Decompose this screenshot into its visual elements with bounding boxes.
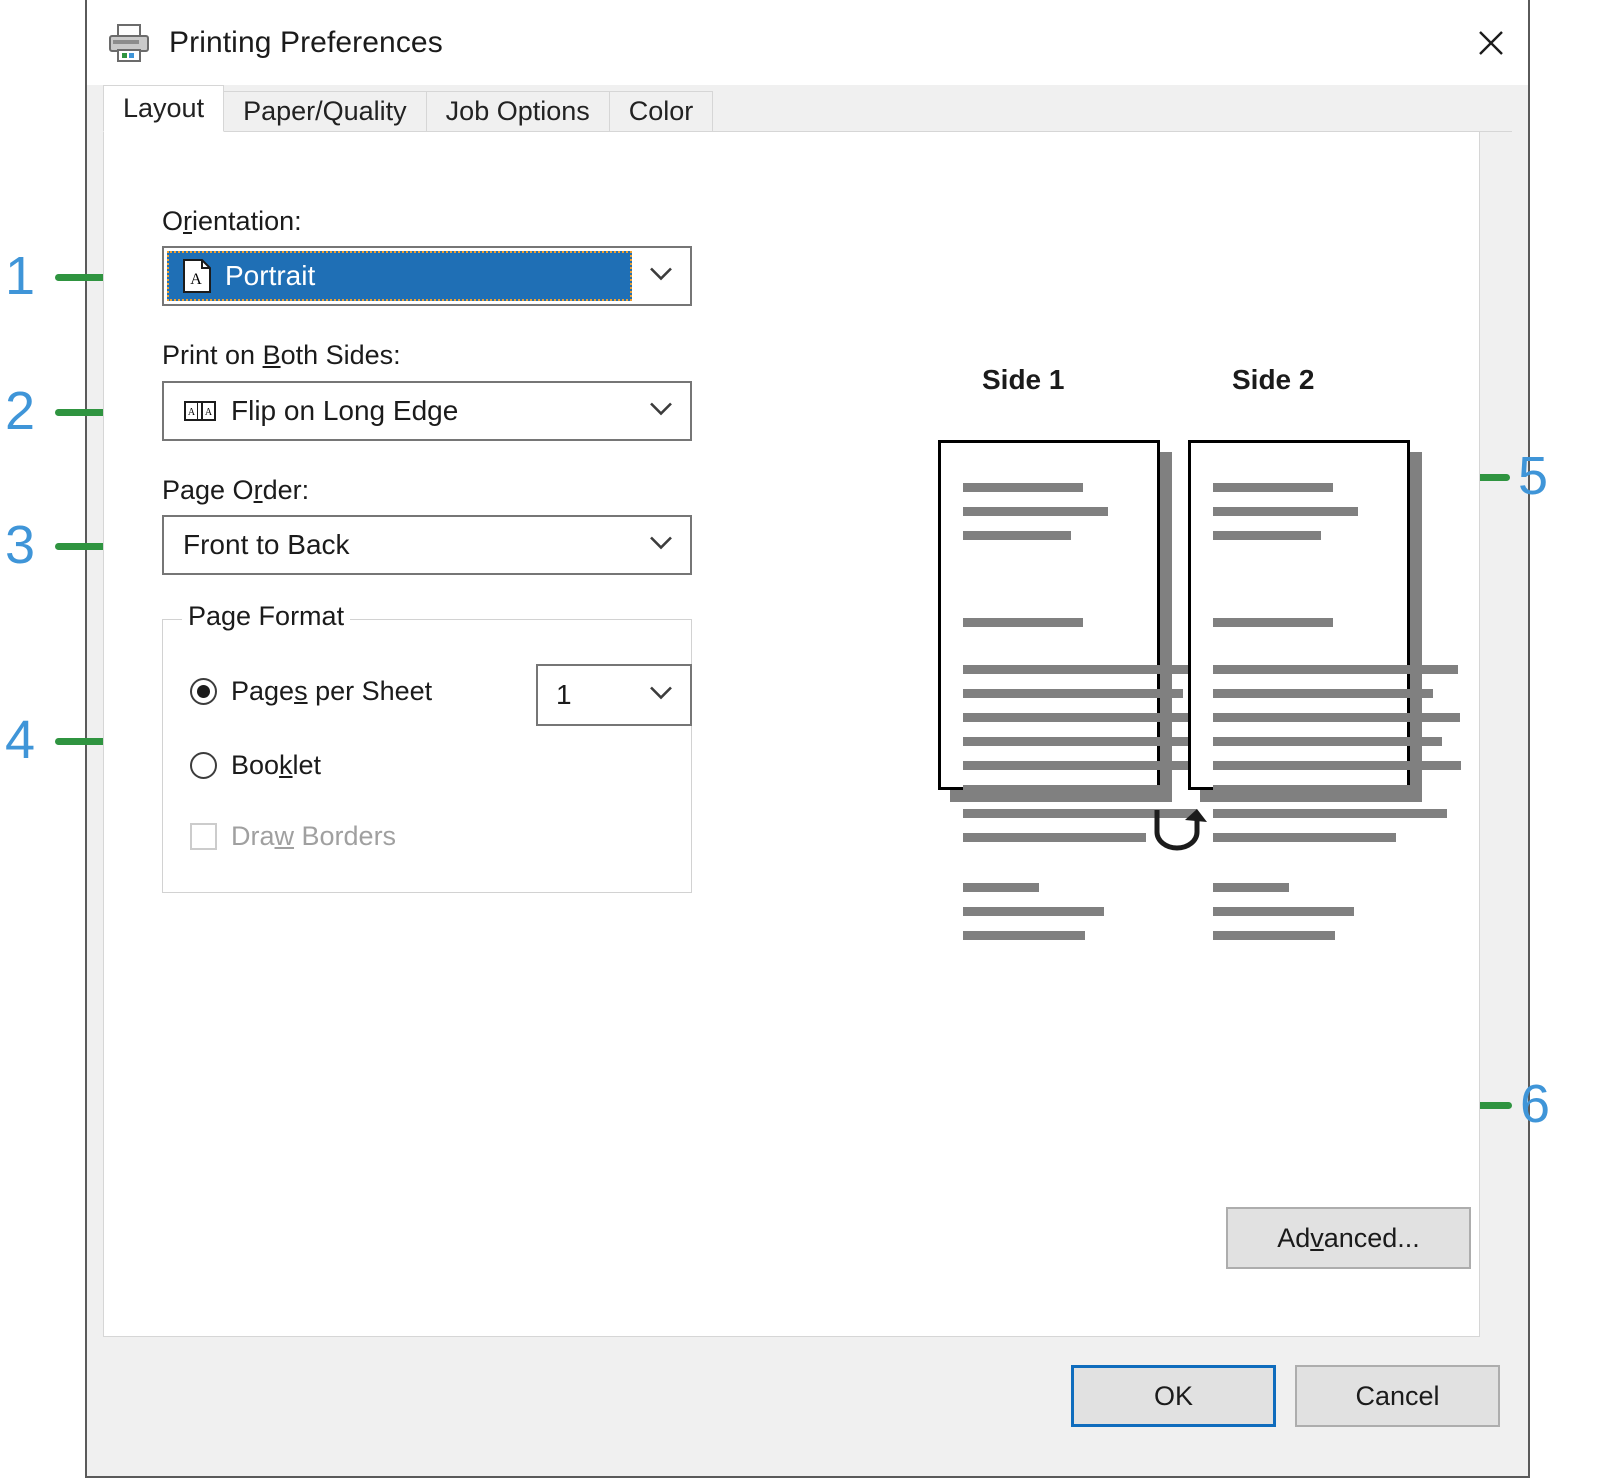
- ok-button-label: OK: [1154, 1381, 1193, 1412]
- preview-text-line: [1213, 931, 1335, 940]
- pages-per-sheet-value: 1: [556, 679, 572, 711]
- page-order-combobox[interactable]: Front to Back: [162, 515, 692, 575]
- tab-paper-quality-label: Paper/Quality: [243, 96, 407, 127]
- preview-text-line: [1213, 809, 1447, 818]
- close-icon[interactable]: [1454, 0, 1528, 85]
- cancel-button[interactable]: Cancel: [1295, 1365, 1500, 1427]
- preview-text-line: [963, 931, 1085, 940]
- tab-paper-quality[interactable]: Paper/Quality: [223, 91, 427, 132]
- radio-indicator-selected: [190, 678, 217, 705]
- preview-text-line: [963, 883, 1039, 892]
- title-bar: Printing Preferences: [87, 0, 1528, 85]
- print-on-both-sides-value: Flip on Long Edge: [231, 395, 458, 427]
- page-format-group: Page Format Pages per Sheet 1 Booklet Dr…: [162, 619, 692, 893]
- orientation-selected-item: A Portrait: [167, 251, 632, 301]
- chevron-down-icon: [648, 685, 674, 706]
- callout-number-3: 3: [5, 514, 35, 576]
- svg-text:A: A: [205, 407, 213, 418]
- chevron-down-icon: [648, 266, 674, 287]
- page-format-group-title: Page Format: [182, 601, 350, 632]
- tab-layout[interactable]: Layout: [103, 85, 224, 132]
- tab-job-options-label: Job Options: [446, 96, 590, 127]
- svg-text:A: A: [190, 271, 202, 288]
- print-on-both-sides-label: Print on Both Sides:: [162, 340, 401, 371]
- preview-text-line: [1213, 761, 1461, 770]
- preview-text-line: [1213, 665, 1458, 674]
- preview-text-line: [963, 713, 1210, 722]
- page-order-label: Page Order:: [162, 475, 309, 506]
- chevron-down-icon: [648, 401, 674, 422]
- preview-text-line: [963, 689, 1183, 698]
- side-1-page-thumbnail: [938, 440, 1160, 790]
- printer-icon: [106, 23, 152, 63]
- preview-text-line: [963, 483, 1083, 492]
- callout-number-1: 1: [5, 245, 35, 307]
- chevron-down-icon: [648, 535, 674, 556]
- preview-text-line: [1213, 713, 1460, 722]
- preview-text-line: [1213, 883, 1289, 892]
- checkbox-indicator-unchecked: [190, 823, 217, 850]
- tab-strip-filler: [712, 91, 1512, 132]
- orientation-value: Portrait: [225, 260, 315, 292]
- preview-text-line: [963, 907, 1104, 916]
- side-2-page-thumbnail: [1188, 440, 1410, 790]
- preview-text-line: [963, 618, 1083, 627]
- tab-job-options[interactable]: Job Options: [426, 91, 610, 132]
- tab-strip: Layout Paper/Quality Job Options Color: [103, 85, 1512, 132]
- preview-text-line: [1213, 483, 1333, 492]
- preview-text-line: [1213, 689, 1433, 698]
- preview-text-line: [1213, 785, 1422, 794]
- draw-borders-checkbox[interactable]: Draw Borders: [190, 821, 396, 852]
- preview-text-line: [1213, 737, 1442, 746]
- preview-text-line: [1213, 618, 1333, 627]
- preview-text-line: [963, 833, 1146, 842]
- preview-text-line: [1213, 531, 1321, 540]
- flip-rotate-arrow-icon: [1145, 804, 1217, 865]
- tab-layout-label: Layout: [123, 93, 204, 124]
- side-2-label: Side 2: [1232, 364, 1314, 396]
- orientation-label: Orientation:: [162, 206, 302, 237]
- page-body: [1188, 440, 1410, 790]
- preview-text-line: [963, 665, 1208, 674]
- booklet-radio[interactable]: Booklet: [190, 750, 321, 781]
- radio-indicator-unselected: [190, 752, 217, 779]
- preview-text-line: [1213, 907, 1354, 916]
- advanced-button[interactable]: Advanced...: [1226, 1207, 1471, 1269]
- open-book-icon: A A: [183, 398, 217, 424]
- pages-per-sheet-radio[interactable]: Pages per Sheet: [190, 676, 432, 707]
- dialog-title: Printing Preferences: [169, 26, 443, 60]
- preview-text-line: [963, 531, 1071, 540]
- cancel-button-label: Cancel: [1355, 1381, 1439, 1412]
- svg-text:A: A: [188, 407, 196, 418]
- orientation-combobox[interactable]: A Portrait: [162, 246, 692, 306]
- side-1-label: Side 1: [982, 364, 1064, 396]
- print-on-both-sides-combobox[interactable]: A A Flip on Long Edge: [162, 381, 692, 441]
- callout-number-2: 2: [5, 380, 35, 442]
- preview-area: Side 1 Side 2: [820, 364, 1530, 1134]
- preview-text-line: [1213, 833, 1396, 842]
- preview-text-line: [963, 761, 1211, 770]
- ok-button[interactable]: OK: [1071, 1365, 1276, 1427]
- preview-text-line: [963, 507, 1108, 516]
- preview-text-line: [963, 785, 1172, 794]
- page-order-value: Front to Back: [183, 529, 350, 561]
- pages-per-sheet-combobox[interactable]: 1: [536, 664, 692, 726]
- page-body: [938, 440, 1160, 790]
- preview-text-line: [963, 737, 1192, 746]
- layout-tab-panel: Orientation: A Portrait Print on Both Si…: [103, 131, 1480, 1337]
- callout-number-4: 4: [5, 709, 35, 771]
- portrait-page-icon: A: [183, 259, 211, 293]
- tab-color[interactable]: Color: [609, 91, 714, 132]
- tab-color-label: Color: [629, 96, 694, 127]
- printing-preferences-dialog: Printing Preferences Layout Paper/Qualit…: [85, 0, 1530, 1478]
- preview-text-line: [1213, 507, 1358, 516]
